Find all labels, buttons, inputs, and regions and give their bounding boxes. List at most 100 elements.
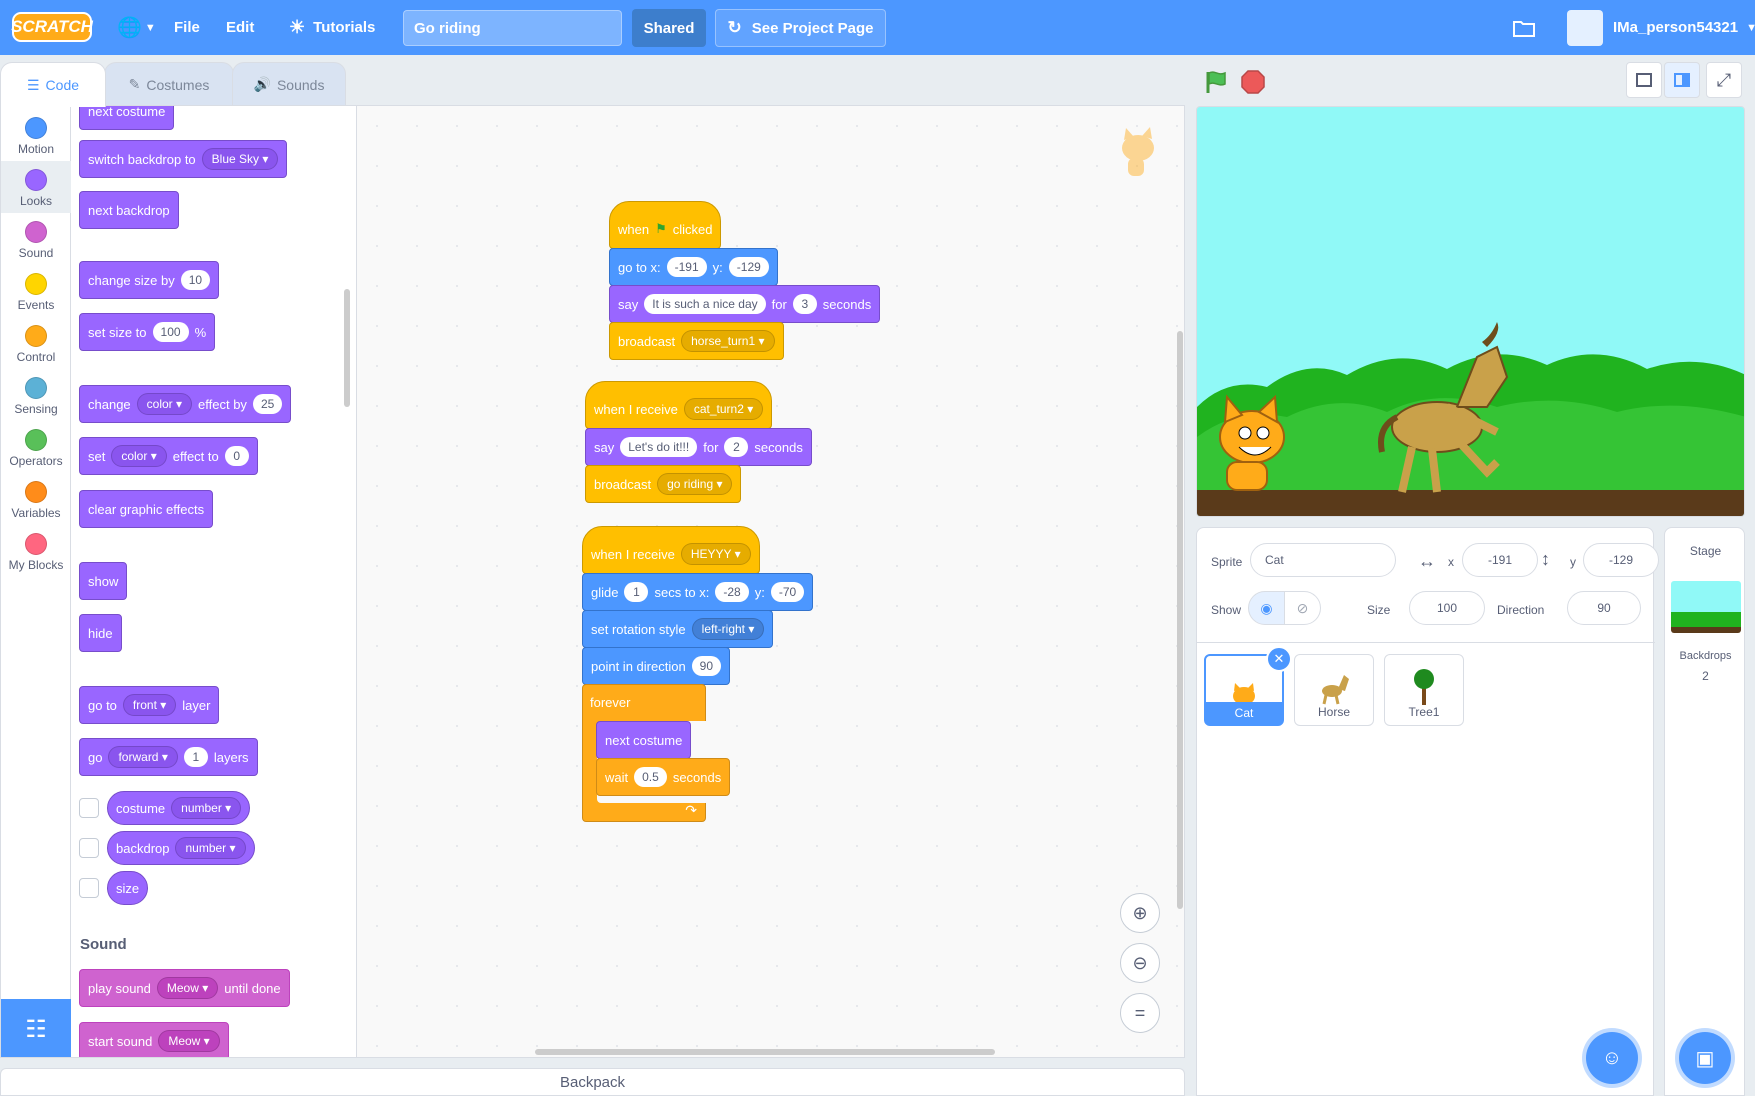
flyout-scrollbar[interactable] xyxy=(344,289,350,407)
effect-dropdown[interactable]: color xyxy=(136,393,193,415)
stage-target-pane[interactable]: Stage Backdrops 2 xyxy=(1664,527,1745,1096)
category-variables[interactable]: Variables xyxy=(1,473,71,525)
size-input[interactable]: 100 xyxy=(152,322,189,342)
add-extension-button[interactable]: ☷ xyxy=(1,999,71,1057)
block-go-layers[interactable]: go forward1 layers xyxy=(79,738,258,776)
choose-backdrop-button[interactable]: ▣ xyxy=(1679,1032,1731,1084)
category-my-blocks[interactable]: My Blocks xyxy=(1,525,71,577)
vertical-scrollbar[interactable] xyxy=(1177,331,1183,909)
sprite-thumb-tree1[interactable]: Tree1 xyxy=(1384,654,1464,726)
block-go-to-layer[interactable]: go to front layer xyxy=(79,686,220,724)
y-input[interactable]: -129 xyxy=(728,257,769,277)
secs-input[interactable]: 2 xyxy=(724,437,749,457)
category-looks[interactable]: Looks xyxy=(1,161,71,213)
choose-sprite-button[interactable]: ☺ xyxy=(1586,1032,1638,1084)
see-project-page-button[interactable]: ↻ See Project Page xyxy=(715,9,886,47)
y-input[interactable]: -70 xyxy=(770,582,805,602)
rotation-dropdown[interactable]: left-right xyxy=(691,618,765,640)
large-stage-button[interactable] xyxy=(1664,62,1700,98)
sound-dropdown[interactable]: Meow xyxy=(158,1030,220,1052)
project-title-input[interactable]: Go riding xyxy=(403,10,622,46)
block-wait[interactable]: wait 0.5 seconds xyxy=(596,758,731,796)
block-say-for-secs[interactable]: say Let's do it!!! for 2 seconds xyxy=(585,428,812,466)
block-start-sound[interactable]: start sound Meow xyxy=(79,1022,229,1057)
sprite-thumb-horse[interactable]: Horse xyxy=(1294,654,1374,726)
tab-sounds[interactable]: 🔊 Sounds xyxy=(232,62,346,106)
delete-sprite-button[interactable]: ✕ xyxy=(1266,646,1292,672)
number-dropdown[interactable]: number xyxy=(171,797,242,819)
effect-dropdown[interactable]: color xyxy=(111,445,167,467)
zoom-in-button[interactable]: ⊕ xyxy=(1120,893,1160,933)
edit-menu[interactable]: Edit xyxy=(226,0,254,55)
block-next-costume[interactable]: next costume xyxy=(596,721,692,759)
show-visible-button[interactable]: ◉ xyxy=(1248,591,1285,625)
fullscreen-button[interactable]: ⤢ xyxy=(1706,62,1742,98)
direction-input[interactable]: 90 xyxy=(1567,591,1641,625)
sprite-name-input[interactable]: Cat xyxy=(1250,543,1396,577)
script-area[interactable]: when ⚑ clicked go to x: -191 y: -129 say It is… xyxy=(357,105,1185,1058)
block-set-size[interactable]: set size to 100% xyxy=(79,313,216,351)
size-input[interactable]: 10 xyxy=(180,270,211,290)
block-switch-backdrop[interactable]: switch backdrop to Blue Sky xyxy=(79,140,288,178)
say-text-input[interactable]: Let's do it!!! xyxy=(620,437,698,457)
category-operators[interactable]: Operators xyxy=(1,421,71,473)
sprite-thumb-cat[interactable]: Cat ✕ xyxy=(1204,646,1292,726)
category-sensing[interactable]: Sensing xyxy=(1,369,71,421)
block-broadcast[interactable]: broadcast horse_turn1 xyxy=(609,322,784,360)
x-position-input[interactable]: -191 xyxy=(1462,543,1538,577)
block-when-i-receive[interactable]: when I receive HEYYY xyxy=(582,526,760,574)
reporter-costume[interactable]: costume number xyxy=(107,791,251,825)
layer-dropdown[interactable]: front xyxy=(122,694,177,716)
x-input[interactable]: -28 xyxy=(715,582,749,602)
file-menu[interactable]: File xyxy=(174,0,200,55)
message-dropdown[interactable]: go riding xyxy=(657,473,733,495)
secs-input[interactable]: 3 xyxy=(792,294,817,314)
zoom-out-button[interactable]: ⊖ xyxy=(1120,943,1160,983)
tab-costumes[interactable]: ✎ Costumes xyxy=(104,62,234,106)
horizontal-scrollbar[interactable] xyxy=(535,1049,995,1055)
block-next-backdrop[interactable]: next backdrop xyxy=(79,191,179,229)
account-menu[interactable]: IMa_person54321 ▼ xyxy=(1567,0,1755,55)
block-when-i-receive[interactable]: when I receive cat_turn2 xyxy=(585,381,773,429)
block-point-in-direction[interactable]: point in direction 90 xyxy=(582,647,731,685)
block-broadcast[interactable]: broadcast go riding xyxy=(585,465,742,503)
secs-input[interactable]: 1 xyxy=(624,582,649,602)
say-text-input[interactable]: It is such a nice day xyxy=(644,294,766,314)
block-clear-effects[interactable]: clear graphic effects xyxy=(79,490,214,528)
stage-canvas[interactable] xyxy=(1196,106,1745,517)
reporter-size[interactable]: size xyxy=(107,871,149,905)
backdrop-checkbox[interactable] xyxy=(79,838,99,858)
layers-input[interactable]: 1 xyxy=(183,747,208,767)
green-flag-button[interactable] xyxy=(1200,66,1232,98)
effect-input[interactable]: 25 xyxy=(252,394,283,414)
block-go-to-xy[interactable]: go to x: -191 y: -129 xyxy=(609,248,778,286)
shared-button[interactable]: Shared xyxy=(632,9,706,47)
language-menu[interactable]: 🌐 ▼ xyxy=(117,0,156,55)
message-dropdown[interactable]: cat_turn2 xyxy=(683,398,764,420)
category-sound[interactable]: Sound xyxy=(1,213,71,265)
block-say-for-secs[interactable]: say It is such a nice day for 3 seconds xyxy=(609,285,881,323)
block-set-rotation-style[interactable]: set rotation style left-right xyxy=(582,610,774,648)
block-glide-to-xy[interactable]: glide 1 secs to x: -28 y: -70 xyxy=(582,573,814,611)
costume-checkbox[interactable] xyxy=(79,798,99,818)
y-position-input[interactable]: -129 xyxy=(1583,543,1659,577)
block-next-costume[interactable]: next costume xyxy=(79,106,175,130)
block-hide[interactable]: hide xyxy=(79,614,122,652)
tutorials-button[interactable]: ☀ Tutorials xyxy=(289,0,375,55)
category-events[interactable]: Events xyxy=(1,265,71,317)
block-when-flag-clicked[interactable]: when ⚑ clicked xyxy=(609,201,722,249)
tab-code[interactable]: ☰ Code xyxy=(0,62,106,107)
number-dropdown[interactable]: number xyxy=(175,837,246,859)
block-change-size[interactable]: change size by 10 xyxy=(79,261,220,299)
direction-dropdown[interactable]: forward xyxy=(108,746,178,768)
category-control[interactable]: Control xyxy=(1,317,71,369)
wait-input[interactable]: 0.5 xyxy=(634,767,667,787)
size-input[interactable]: 100 xyxy=(1409,591,1485,625)
stop-button[interactable] xyxy=(1237,66,1269,98)
message-dropdown[interactable]: horse_turn1 xyxy=(681,330,775,352)
zoom-reset-button[interactable]: = xyxy=(1120,993,1160,1033)
x-input[interactable]: -191 xyxy=(666,257,707,277)
direction-input[interactable]: 90 xyxy=(691,656,722,676)
sound-dropdown[interactable]: Meow xyxy=(156,977,219,999)
block-set-effect[interactable]: set color effect to 0 xyxy=(79,437,258,475)
